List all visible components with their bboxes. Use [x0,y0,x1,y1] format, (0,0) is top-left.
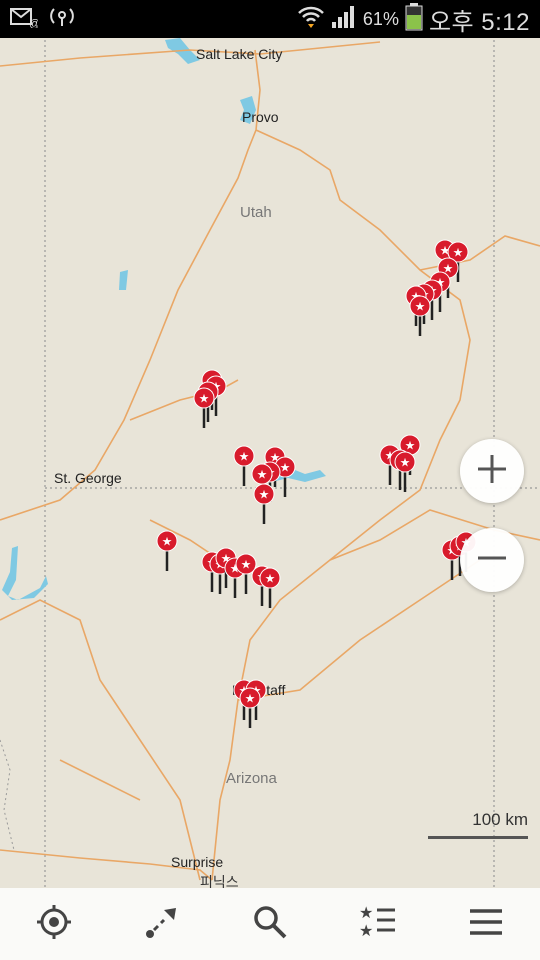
zoom-out-button[interactable] [460,528,524,592]
plus-icon [475,452,509,491]
star-icon: ★ [280,461,291,475]
route-icon [144,904,180,945]
bookmarks-button[interactable]: ★ ★ [348,894,408,954]
route-button[interactable] [132,894,192,954]
zoom-in-button[interactable] [460,439,524,503]
star-icon: ★ [241,558,252,572]
star-icon: ★ [400,456,411,470]
star-icon: ★ [199,392,210,406]
signal-icon [331,5,357,34]
search-button[interactable] [240,894,300,954]
usb-tethering-icon [48,5,76,34]
wifi-icon [297,5,325,34]
search-icon [252,904,288,945]
star-icon: ★ [259,488,270,502]
bookmark-pin[interactable]: ★ [253,483,275,524]
star-icon: ★ [257,468,268,482]
map-view[interactable]: Salt Lake City Provo Utah St. George Fla… [0,38,540,888]
crosshair-icon [36,904,72,945]
bookmark-pin[interactable]: ★ [409,295,431,336]
battery-percent: 61% [362,8,399,29]
star-icon: ★ [405,439,416,453]
star-icon: ★ [245,692,256,706]
svg-text:@: @ [29,18,38,28]
svg-text:★: ★ [359,904,373,922]
bottom-nav: ★ ★ [0,888,540,960]
star-icon: ★ [162,535,173,549]
star-icon: ★ [415,300,426,314]
battery-icon [405,2,423,36]
scale-label: 100 km [472,810,528,829]
hamburger-icon [468,907,504,942]
menu-button[interactable] [456,894,516,954]
status-bar: @ 61% 오후 5:12 [0,0,540,38]
bookmark-pin[interactable]: ★ [156,530,178,571]
email-icon: @ [10,6,40,33]
bookmarks-list-icon: ★ ★ [359,903,397,945]
bookmark-markers: ★★★★★★★★★★★★★★★★★★★★★★★★★★★★★★★★★★★★ [156,239,477,728]
svg-text:★: ★ [359,921,373,940]
clock: 오후 5:12 [428,8,530,36]
star-icon: ★ [239,450,250,464]
bookmark-pin[interactable]: ★ [394,451,416,492]
my-location-button[interactable] [24,894,84,954]
minus-icon [475,541,509,580]
bookmark-pin[interactable]: ★ [233,445,255,486]
star-icon: ★ [265,572,276,586]
star-icon: ★ [453,246,464,260]
scale-bar [428,836,528,839]
